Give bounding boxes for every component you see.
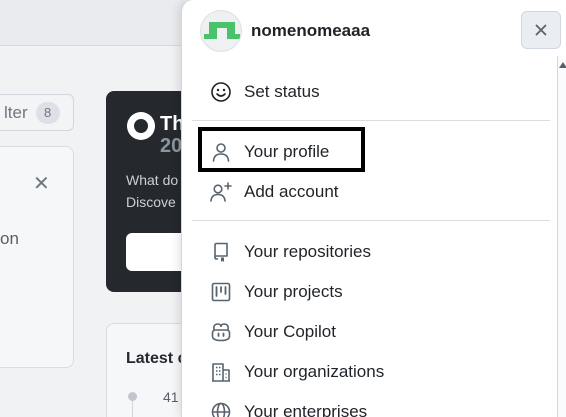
timeline-entry: 41 (163, 389, 179, 405)
latest-title: Latest c (126, 350, 187, 367)
menu-item-your-organizations[interactable]: Your organizations (192, 353, 547, 391)
scroll-up-arrow-icon[interactable] (559, 62, 566, 68)
close-icon (535, 24, 547, 36)
card-text-fragment: on (0, 229, 19, 248)
menu-item-your-copilot[interactable]: Your Copilot (192, 313, 547, 351)
timeline-dot (128, 392, 137, 401)
timeline-line (132, 401, 133, 417)
identicon-icon (204, 22, 240, 39)
menu-divider (192, 220, 550, 221)
menu-item-label: Your Copilot (244, 322, 336, 341)
menu-item-label: Your organizations (244, 362, 385, 381)
menu-divider (192, 120, 550, 121)
menu-item-label: Your profile (244, 142, 330, 161)
person-icon (209, 140, 233, 164)
menu-item-your-profile[interactable]: Your profile (192, 133, 547, 171)
project-icon (209, 280, 233, 304)
promo-year: 20 (160, 135, 183, 157)
menu-item-label: Set status (244, 82, 320, 101)
promo-line-1: What do (126, 172, 179, 188)
filter-button[interactable]: lter 8 (0, 94, 74, 131)
username: nomenomeaaa (251, 21, 371, 40)
user-menu-panel: nomenomeaaa Set status Your profile Add … (181, 0, 566, 417)
avatar[interactable] (200, 10, 242, 52)
filter-count-badge: 8 (35, 101, 60, 124)
person-add-icon (209, 180, 233, 204)
organization-icon (209, 360, 233, 384)
menu-item-label: Add account (244, 182, 339, 201)
dashboard-card: ✕ on (0, 146, 74, 368)
menu-item-add-account[interactable]: Add account (192, 173, 547, 211)
smiley-icon (209, 80, 233, 104)
github-logo-icon (127, 112, 155, 140)
menu-item-label: Your enterprises (244, 402, 368, 417)
repo-icon (209, 240, 233, 264)
menu-item-your-repositories[interactable]: Your repositories (192, 233, 547, 271)
copilot-icon (209, 320, 233, 344)
menu-item-your-enterprises[interactable]: Your enterprises (192, 393, 547, 417)
menu-item-set-status[interactable]: Set status (192, 73, 547, 111)
filter-label: lter (4, 102, 28, 122)
close-button[interactable] (521, 11, 561, 49)
user-menu-header: nomenomeaaa (182, 0, 566, 64)
dismiss-icon[interactable]: ✕ (33, 171, 50, 196)
menu-item-your-projects[interactable]: Your projects (192, 273, 547, 311)
menu-item-label: Your repositories (244, 242, 371, 261)
menu-item-label: Your projects (244, 282, 343, 301)
promo-line-2: Discove (126, 194, 176, 210)
scrollbar[interactable] (557, 56, 566, 417)
globe-icon (209, 400, 233, 417)
